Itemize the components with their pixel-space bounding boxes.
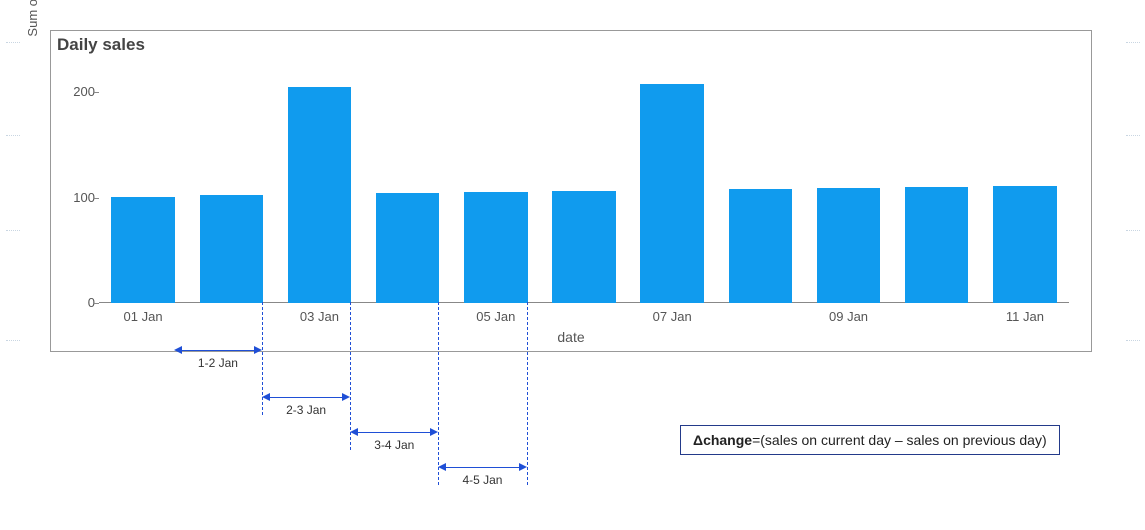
guide-line	[527, 302, 528, 485]
y-axis-label: Sum of sales	[25, 0, 40, 99]
bar	[993, 186, 1056, 303]
bar	[376, 193, 439, 303]
span-label: 2-3 Jan	[286, 403, 326, 417]
guide-line	[350, 302, 351, 450]
x-tick: 03 Jan	[300, 309, 339, 324]
guide-line	[438, 302, 439, 485]
y-tick: 100	[65, 190, 95, 205]
guide-line	[262, 302, 263, 415]
chart-title: Daily sales	[57, 35, 145, 55]
x-tick: 01 Jan	[124, 309, 163, 324]
bar	[111, 197, 174, 304]
bar	[729, 189, 792, 303]
bar	[640, 84, 703, 303]
bar	[288, 87, 351, 303]
plot-area: 010020001 Jan03 Jan05 Jan07 Jan09 Jan11 …	[99, 71, 1069, 303]
span-label: 1-2 Jan	[198, 356, 238, 370]
y-tick: 0	[65, 295, 95, 310]
delta-formula-box: Δchange=(sales on current day – sales on…	[680, 425, 1060, 455]
x-axis-label: date	[51, 329, 1091, 345]
bar	[817, 188, 880, 303]
x-tick: 11 Jan	[1006, 309, 1044, 324]
bar	[464, 192, 527, 303]
bar	[552, 191, 615, 303]
y-tick: 200	[65, 84, 95, 99]
bar	[905, 187, 968, 303]
chart-container: Daily sales Sum of sales 010020001 Jan03…	[50, 30, 1092, 352]
span-label: 3-4 Jan	[374, 438, 414, 452]
bar	[200, 195, 263, 303]
span-label: 4-5 Jan	[462, 473, 502, 487]
x-tick: 09 Jan	[829, 309, 868, 324]
x-tick: 05 Jan	[476, 309, 515, 324]
delta-eq: =(sales on current day – sales on previo…	[752, 432, 1047, 448]
x-tick: 07 Jan	[653, 309, 692, 324]
delta-key: Δchange	[693, 432, 752, 448]
